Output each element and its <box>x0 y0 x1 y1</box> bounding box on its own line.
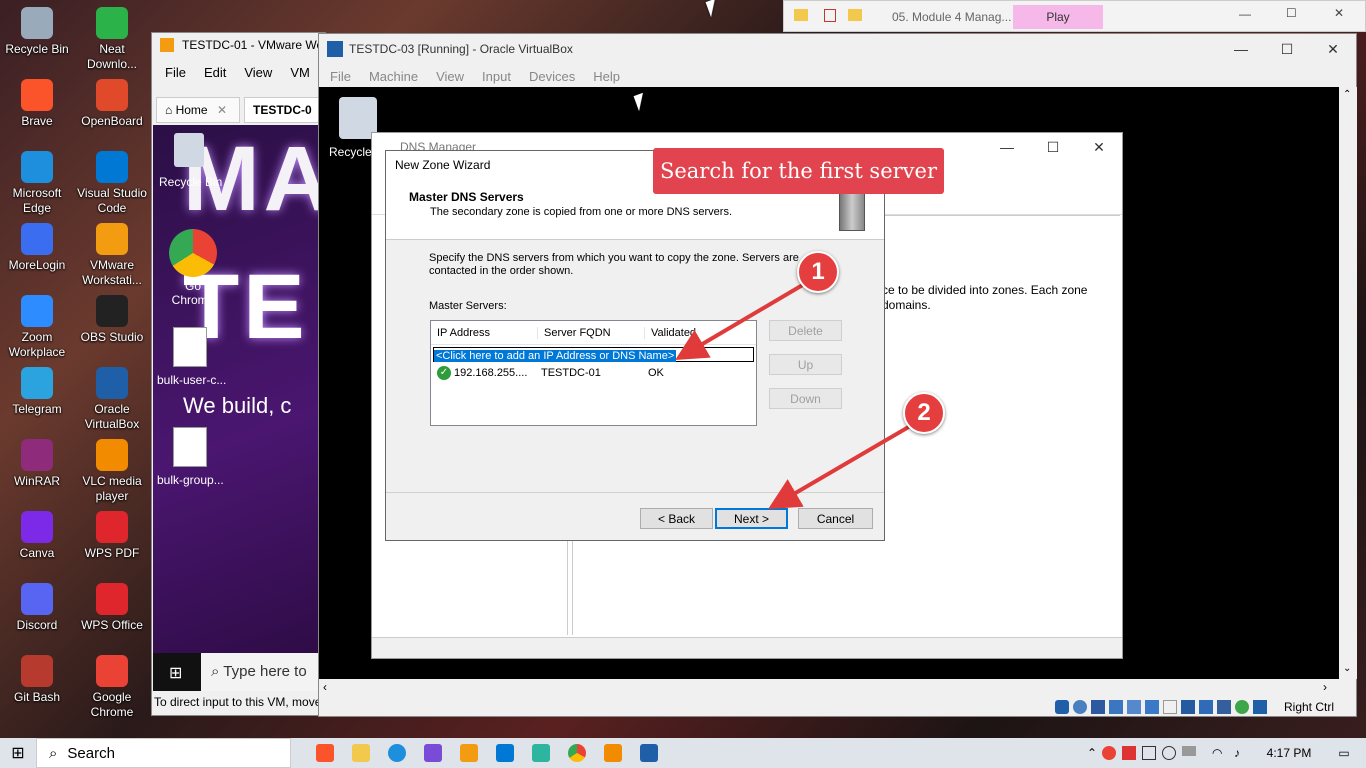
edge-icon[interactable] <box>379 738 415 768</box>
camera-icon[interactable] <box>1142 746 1156 760</box>
step-marker-1: 1 <box>797 251 839 293</box>
arrow-2 <box>768 423 914 510</box>
brave-icon[interactable] <box>307 738 343 768</box>
chrome-icon[interactable] <box>1102 746 1116 760</box>
virtualbox-icon[interactable] <box>631 738 667 768</box>
taskbar-search-box[interactable]: ⌕ Search <box>36 738 291 768</box>
vmware-icon[interactable] <box>451 738 487 768</box>
globe-icon[interactable] <box>1162 746 1176 760</box>
taskbar-search-label: Search <box>67 744 115 762</box>
search-icon: ⌕ <box>49 744 58 762</box>
app-icon[interactable] <box>415 738 451 768</box>
taskbar: ⊞ ⌕ Search ⌃ ◠ ♪ 4:17 PM ▭ <box>0 738 1366 768</box>
calculator-icon[interactable] <box>523 738 559 768</box>
annotation-arrows <box>675 281 914 510</box>
chrome-icon[interactable] <box>559 738 595 768</box>
cloud-icon[interactable] <box>1122 746 1136 760</box>
notification-icon[interactable]: ▭ <box>1322 746 1366 760</box>
arrow-1 <box>675 281 808 361</box>
onedrive-icon[interactable] <box>1182 746 1196 756</box>
vlc-icon[interactable] <box>595 738 631 768</box>
file-explorer-icon[interactable] <box>343 738 379 768</box>
vscode-icon[interactable] <box>487 738 523 768</box>
wifi-icon[interactable]: ◠ <box>1212 746 1234 760</box>
tray-app-icons[interactable] <box>1102 746 1212 760</box>
windows-start-icon[interactable]: ⊞ <box>0 738 36 768</box>
step-marker-2: 2 <box>903 392 945 434</box>
clock[interactable]: 4:17 PM <box>1256 746 1322 760</box>
volume-icon[interactable]: ♪ <box>1234 746 1256 760</box>
tray-chevron-icon[interactable]: ⌃ <box>1082 746 1102 760</box>
